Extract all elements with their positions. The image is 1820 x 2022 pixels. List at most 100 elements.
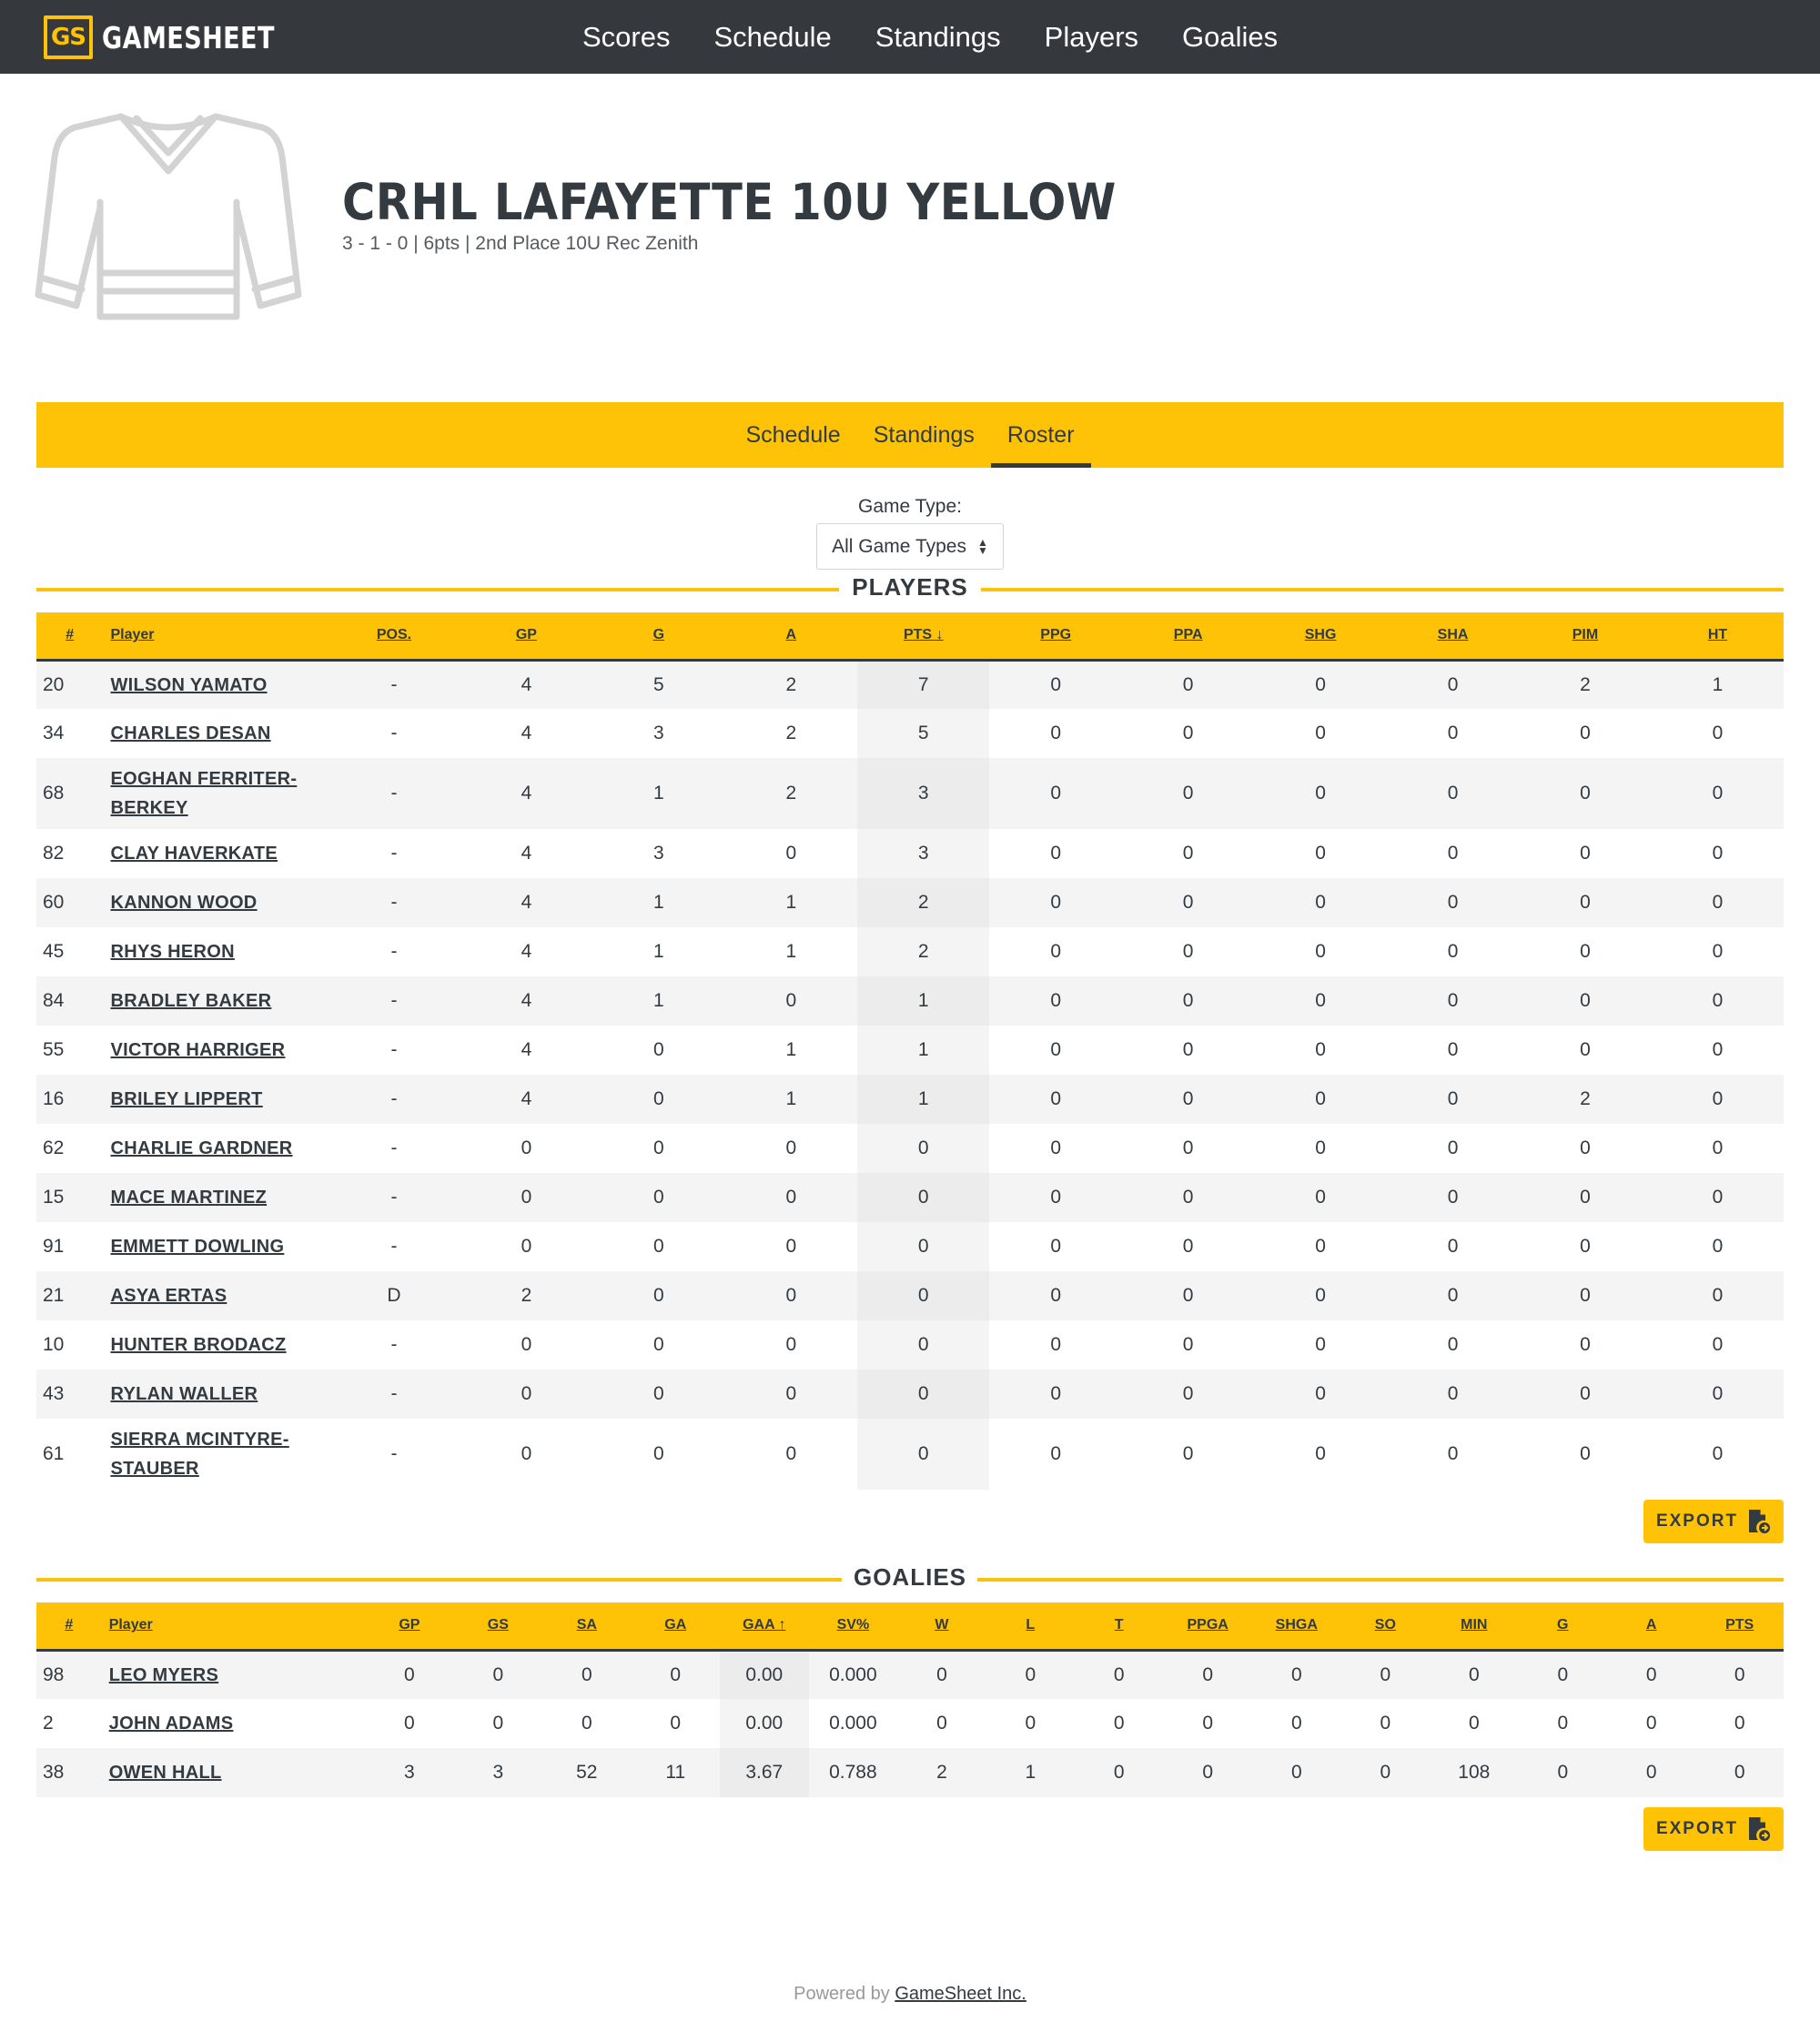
col-header-g[interactable]: G: [1519, 1602, 1607, 1650]
tab-standings[interactable]: Standings: [857, 402, 991, 468]
player-name-line: BRADLEY BAKER: [110, 991, 272, 1011]
stat-g: 0: [1557, 1713, 1569, 1734]
col-header-number[interactable]: #: [36, 612, 103, 660]
stat-shg: 0: [1315, 892, 1326, 913]
stat-a: 0: [785, 1443, 797, 1464]
stat-shg: 0: [1315, 783, 1326, 804]
stat-pts: 0: [857, 1419, 990, 1490]
player-name-link[interactable]: CHARLIE GARDNER: [110, 1134, 292, 1163]
col-header-so[interactable]: SO: [1341, 1602, 1430, 1650]
stat-sha: 0: [1447, 1088, 1459, 1109]
col-header-w[interactable]: W: [897, 1602, 986, 1650]
col-header-g[interactable]: G: [592, 612, 724, 660]
stat-shg: 0: [1315, 1039, 1326, 1060]
col-header-pts[interactable]: PTS: [1695, 1602, 1784, 1650]
col-header-sha[interactable]: SHA: [1387, 612, 1519, 660]
stat-gp: 0: [521, 1334, 532, 1355]
stat-pim: 0: [1580, 783, 1591, 804]
nav-goalies[interactable]: Goalies: [1182, 21, 1278, 54]
col-header-min[interactable]: MIN: [1430, 1602, 1519, 1650]
stat-gp: 0: [521, 1236, 532, 1257]
col-header-a[interactable]: A: [1607, 1602, 1695, 1650]
player-name-link[interactable]: RYLAN WALLER: [110, 1380, 258, 1409]
player-name-link[interactable]: BRILEY LIPPERT: [110, 1085, 262, 1114]
tab-roster[interactable]: Roster: [990, 402, 1091, 468]
player-name-link[interactable]: BRADLEY BAKER: [110, 986, 271, 1016]
player-name-link[interactable]: WILSON YAMATO: [110, 671, 267, 700]
table-row: 38 OWEN HALL 3 3 52 11 3.67 0.788 2 1 0 0 0 0 108 0 0 0: [36, 1748, 1784, 1797]
game-type-select[interactable]: All Game Types ▲ ▼: [816, 523, 1004, 570]
col-header-shga[interactable]: SHGA: [1252, 1602, 1341, 1650]
tab-schedule[interactable]: Schedule: [729, 402, 856, 468]
col-header-pts[interactable]: PTS ↓: [857, 612, 989, 660]
col-header-ppg[interactable]: PPG: [989, 612, 1122, 660]
jersey-number: 62: [43, 1137, 65, 1158]
col-header-gaa[interactable]: GAA ↑: [720, 1602, 809, 1650]
footer-link[interactable]: GameSheet Inc.: [895, 1984, 1026, 2004]
nav-schedule[interactable]: Schedule: [713, 21, 831, 54]
stat-ht: 0: [1712, 1443, 1724, 1464]
stat-sha: 0: [1447, 1137, 1459, 1158]
stat-gp: 0: [521, 1383, 532, 1404]
col-header-pim[interactable]: PIM: [1519, 612, 1652, 660]
stat-ppa: 0: [1182, 723, 1194, 743]
col-header-sa[interactable]: SA: [542, 1602, 631, 1650]
col-header-ga[interactable]: GA: [632, 1602, 720, 1650]
col-header-number[interactable]: #: [36, 1602, 102, 1650]
col-header-player[interactable]: Player: [102, 1602, 365, 1650]
player-name-cell: EMMETT DOWLING: [103, 1222, 328, 1271]
player-name-line: HUNTER BRODACZ: [110, 1335, 287, 1355]
stat-shga: 0: [1290, 1762, 1302, 1783]
col-header-t[interactable]: T: [1075, 1602, 1163, 1650]
col-header-gp[interactable]: GP: [460, 612, 592, 660]
gamesheet-logo[interactable]: GS GAMESHEET: [44, 15, 313, 59]
col-header-ppa[interactable]: PPA: [1122, 612, 1254, 660]
stat-a: 0: [785, 1137, 797, 1158]
col-header-shg[interactable]: SHG: [1254, 612, 1387, 660]
col-header-sv[interactable]: SV%: [809, 1602, 898, 1650]
col-header-gs[interactable]: GS: [454, 1602, 542, 1650]
goalies-table: # Player GP GS SA GA GAA ↑ SV% W L T PPGA SHGA SO MIN G…: [36, 1602, 1784, 1797]
player-name-cell: RYLAN WALLER: [103, 1370, 328, 1419]
stat-ppa: 0: [1182, 843, 1194, 864]
stat-ppg: 0: [1050, 1285, 1062, 1306]
player-name-link[interactable]: SIERRA MCINTYRE- STAUBER: [110, 1425, 288, 1483]
stat-a: 0: [785, 1334, 797, 1355]
jersey-number: 61: [43, 1443, 65, 1464]
player-name-link[interactable]: OWEN HALL: [109, 1758, 222, 1787]
player-name-link[interactable]: EOGHAN FERRITER- BERKEY: [110, 764, 297, 823]
col-header-ht[interactable]: HT: [1652, 612, 1784, 660]
stat-pts: 5: [857, 709, 990, 758]
player-name-link[interactable]: JOHN ADAMS: [109, 1709, 234, 1738]
stat-pts: 0: [857, 1222, 990, 1271]
goalies-export-button[interactable]: EXPORT: [1643, 1807, 1784, 1851]
col-header-l[interactable]: L: [986, 1602, 1075, 1650]
player-name-link[interactable]: EMMETT DOWLING: [110, 1232, 284, 1261]
nav-scores[interactable]: Scores: [582, 21, 670, 54]
player-name-link[interactable]: HUNTER BRODACZ: [110, 1330, 286, 1360]
export-label: EXPORT: [1655, 1819, 1739, 1838]
players-export-button[interactable]: EXPORT: [1643, 1500, 1784, 1543]
nav-players[interactable]: Players: [1045, 21, 1138, 54]
col-header-a[interactable]: A: [724, 612, 857, 660]
player-name-link[interactable]: CLAY HAVERKATE: [110, 839, 278, 868]
player-name-link[interactable]: KANNON WOOD: [110, 888, 257, 917]
stat-l: 0: [1025, 1663, 1036, 1685]
nav-standings[interactable]: Standings: [875, 21, 1001, 54]
player-name-link[interactable]: VICTOR HARRIGER: [110, 1036, 285, 1065]
stat-ppa: 0: [1182, 1088, 1194, 1109]
player-name-link[interactable]: LEO MYERS: [109, 1661, 219, 1690]
col-header-gp[interactable]: GP: [365, 1602, 453, 1650]
player-name-link[interactable]: CHARLES DESAN: [110, 719, 270, 748]
stat-shg: 0: [1315, 1334, 1326, 1355]
player-name-link[interactable]: ASYA ERTAS: [110, 1281, 227, 1310]
col-header-ppga[interactable]: PPGA: [1163, 1602, 1252, 1650]
col-header-pos[interactable]: POS.: [329, 612, 460, 660]
player-name-link[interactable]: RHYS HERON: [110, 937, 234, 966]
col-header-player[interactable]: Player: [103, 612, 328, 660]
player-name-link[interactable]: MACE MARTINEZ: [110, 1183, 267, 1212]
stat-pim: 0: [1580, 1334, 1591, 1355]
stat-sha: 0: [1447, 1285, 1459, 1306]
stat-sha: 0: [1447, 1334, 1459, 1355]
stat-sa: 0: [581, 1713, 592, 1734]
